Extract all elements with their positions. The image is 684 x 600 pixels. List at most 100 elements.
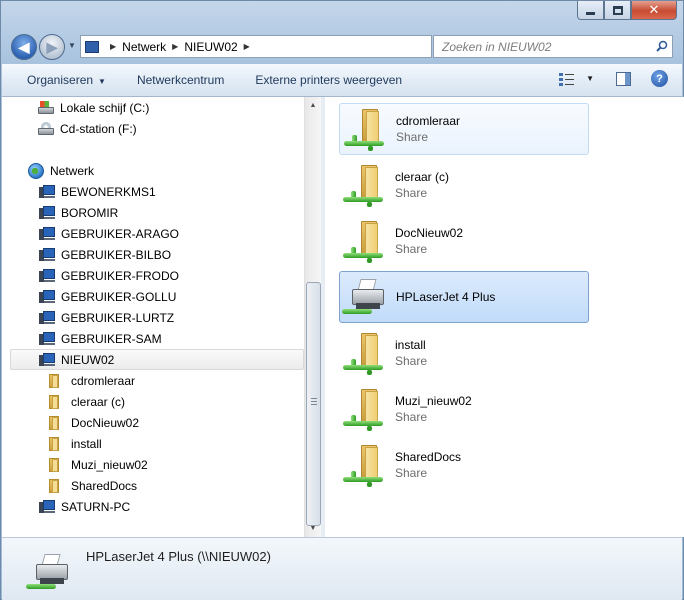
address-bar[interactable]: ▶ Netwerk ▶ NIEUW02 ▶ ⟳ — [80, 35, 494, 58]
tree-item-computer[interactable]: BEWONERKMS1 — [39, 181, 156, 202]
tree-item-computer[interactable]: GEBRUIKER-ARAGO — [39, 223, 179, 244]
maximize-button[interactable] — [604, 1, 631, 20]
share-tile[interactable]: Muzi_nieuw02 Share — [339, 383, 589, 435]
tree-item-label: SATURN-PC — [61, 499, 131, 514]
tree-item-share[interactable]: Muzi_nieuw02 — [49, 454, 148, 475]
caption-buttons: ✕ — [577, 1, 677, 20]
breadcrumb-separator-icon[interactable]: ▶ — [110, 42, 116, 51]
tile-name: cleraar (c) — [395, 170, 450, 184]
search-placeholder: Zoeken in NIEUW02 — [442, 39, 552, 54]
change-view-icon[interactable] — [559, 72, 575, 86]
tile-name: HPLaserJet 4 Plus — [396, 290, 496, 304]
shared-folder-icon — [341, 217, 389, 265]
tile-name: DocNieuw02 — [395, 226, 464, 240]
printer-tile-selected[interactable]: HPLaserJet 4 Plus — [339, 271, 589, 323]
breadcrumb-separator-icon[interactable]: ▶ — [172, 42, 178, 51]
navigation-pane: Lokale schijf (C:) Cd-station (F:) Netwe… — [2, 97, 321, 537]
external-printers-button[interactable]: Externe printers weergeven — [255, 73, 402, 87]
organize-label: Organiseren — [27, 73, 94, 87]
tree-item-computer[interactable]: SATURN-PC — [39, 496, 130, 517]
tree-item-share[interactable]: cdromleraar — [49, 370, 135, 391]
recent-pages-dropdown[interactable]: ▼ — [68, 41, 76, 50]
computer-icon — [39, 226, 55, 241]
share-tile[interactable]: DocNieuw02 Share — [339, 215, 589, 267]
share-tile[interactable]: SharedDocs Share — [339, 439, 589, 491]
search-icon[interactable] — [656, 40, 668, 52]
tree-item-computer[interactable]: BOROMIR — [39, 202, 118, 223]
tree-item-cd-drive[interactable]: Cd-station (F:) — [38, 118, 137, 139]
tile-name: Muzi_nieuw02 — [395, 394, 472, 408]
content-pane: cdromleraar Share cleraar (c) Share DocNie… — [325, 97, 684, 537]
computer-icon — [39, 331, 55, 346]
tree-item-local-disk[interactable]: Lokale schijf (C:) — [38, 97, 149, 118]
shared-folder-icon — [341, 441, 389, 489]
tree-item-share[interactable]: install — [49, 433, 102, 454]
shared-folder-icon — [342, 105, 390, 153]
tree-item-computer[interactable]: GEBRUIKER-SAM — [39, 328, 162, 349]
back-arrow-icon: ◀ — [18, 38, 30, 55]
shared-folder-icon — [341, 385, 389, 433]
tree-item-computer[interactable]: GEBRUIKER-FRODO — [39, 265, 179, 286]
network-center-button[interactable]: Netwerkcentrum — [137, 73, 224, 87]
computer-icon — [39, 184, 55, 199]
share-tile[interactable]: cleraar (c) Share — [339, 159, 589, 211]
scrollbar-thumb[interactable] — [306, 282, 321, 526]
tree-item-share[interactable]: DocNieuw02 — [49, 412, 139, 433]
chevron-down-icon: ▼ — [98, 77, 106, 86]
preview-pane-icon[interactable] — [616, 71, 631, 86]
help-icon[interactable]: ? — [651, 70, 668, 87]
tree-item-label: Lokale schijf (C:) — [60, 100, 150, 115]
shared-folder-icon — [49, 457, 65, 472]
forward-arrow-icon: ▶ — [46, 38, 58, 55]
tree-item-computer[interactable]: GEBRUIKER-LURTZ — [39, 307, 174, 328]
tree-item-computer[interactable]: GEBRUIKER-GOLLU — [39, 286, 176, 307]
maximize-icon — [612, 5, 623, 15]
tree-item-share[interactable]: SharedDocs — [49, 475, 137, 496]
shared-folder-icon — [49, 394, 65, 409]
close-icon: ✕ — [648, 2, 660, 18]
breadcrumb-separator-icon[interactable]: ▶ — [244, 42, 250, 51]
computer-icon — [39, 268, 55, 283]
tree-item-label: cleraar (c) — [71, 394, 126, 409]
organize-menu-button[interactable]: Organiseren ▼ — [27, 73, 106, 87]
breadcrumb-netwerk[interactable]: Netwerk — [122, 40, 166, 54]
navigation-row: ◀ ▶ ▼ ▶ Netwerk ▶ NIEUW02 ▶ ⟳ Zoeken in … — [9, 32, 675, 62]
tree-item-label: GEBRUIKER-LURTZ — [61, 310, 175, 325]
forward-button[interactable]: ▶ — [39, 34, 65, 60]
close-button[interactable]: ✕ — [631, 1, 677, 20]
view-options-dropdown[interactable]: ▼ — [586, 74, 594, 83]
tree-item-label: GEBRUIKER-FRODO — [61, 268, 180, 283]
scroll-up-icon[interactable]: ▲ — [305, 97, 321, 114]
computer-icon — [39, 310, 55, 325]
cd-drive-icon — [38, 121, 54, 136]
computer-icon — [39, 247, 55, 262]
scroll-down-icon[interactable]: ▼ — [305, 520, 321, 537]
minimize-button[interactable] — [577, 1, 604, 20]
tree-item-computer[interactable]: GEBRUIKER-BILBO — [39, 244, 171, 265]
tree-item-label: GEBRUIKER-BILBO — [61, 247, 172, 262]
shared-folder-icon — [49, 415, 65, 430]
tree-item-label: Netwerk — [50, 163, 95, 178]
hard-drive-icon — [38, 100, 54, 115]
tree-item-share[interactable]: cleraar (c) — [49, 391, 125, 412]
share-tile[interactable]: install Share — [339, 327, 589, 379]
tile-type: Share — [395, 466, 428, 480]
tile-type: Share — [395, 410, 428, 424]
search-input[interactable]: Zoeken in NIEUW02 — [433, 35, 673, 58]
network-computer-icon — [85, 40, 99, 53]
share-tile[interactable]: cdromleraar Share — [339, 103, 589, 155]
tree-item-network[interactable]: Netwerk — [28, 160, 94, 181]
tree-item-label: BEWONERKMS1 — [61, 184, 156, 199]
tree-item-label: GEBRUIKER-ARAGO — [61, 226, 180, 241]
tree-item-nieuw02-selected[interactable]: NIEUW02 — [10, 349, 304, 370]
tree-item-label: cdromleraar — [71, 373, 136, 388]
tile-type: Share — [395, 354, 428, 368]
command-bar: Organiseren ▼ Netwerkcentrum Externe prin… — [2, 64, 682, 97]
computer-icon — [39, 289, 55, 304]
tile-name: SharedDocs — [395, 450, 462, 464]
explorer-window: ✕ ◀ ▶ ▼ ▶ Netwerk ▶ NIEUW02 ▶ ⟳ Zoeken i… — [0, 0, 684, 600]
navigation-scrollbar[interactable]: ▲ ▼ — [304, 97, 321, 537]
breadcrumb-nieuw02[interactable]: NIEUW02 — [184, 40, 237, 54]
tree-item-label: Cd-station (F:) — [60, 121, 137, 136]
back-button[interactable]: ◀ — [11, 34, 37, 60]
